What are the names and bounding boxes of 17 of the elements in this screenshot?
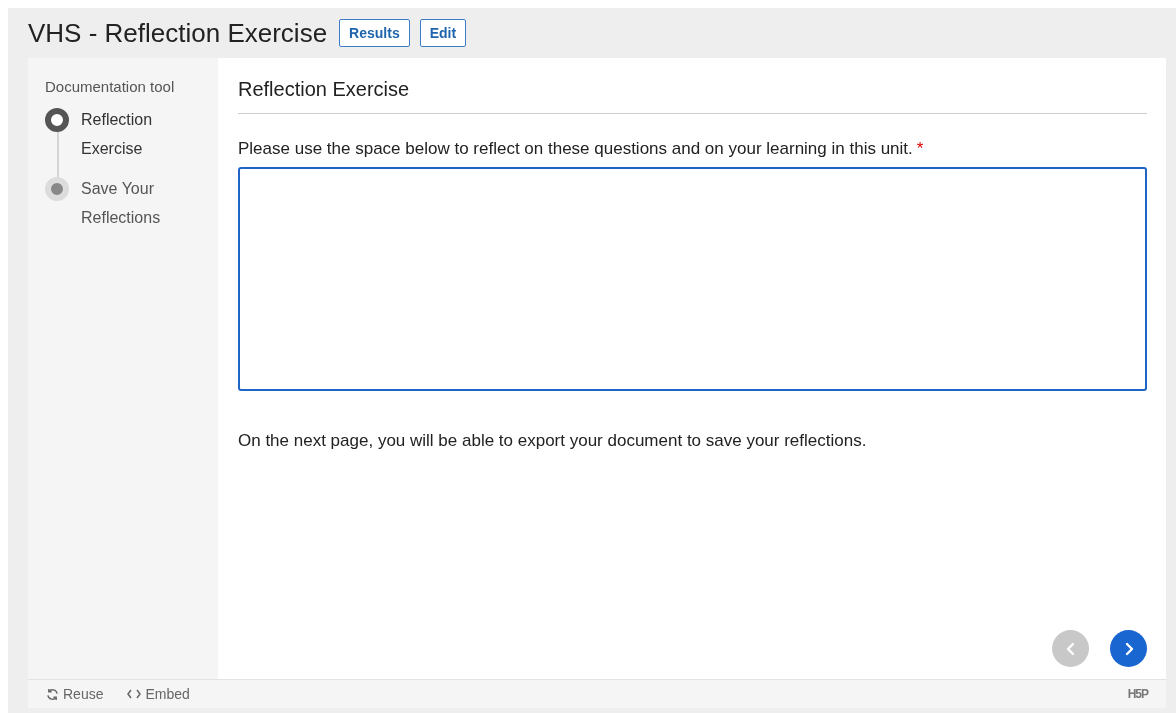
- logo: H5P: [1127, 687, 1148, 701]
- info-text: On the next page, you will be able to export your document to save your reflections.: [238, 431, 868, 451]
- code-icon: [127, 689, 142, 699]
- required-mark: *: [916, 139, 924, 158]
- refresh-icon: [46, 687, 59, 701]
- step-label[interactable]: Reflection Exercise: [81, 105, 171, 163]
- page-heading: Reflection Exercise: [238, 78, 1147, 114]
- embed-link[interactable]: Embed: [127, 686, 190, 702]
- next-button[interactable]: [1110, 630, 1147, 667]
- sidebar-title: Documentation tool: [45, 78, 176, 95]
- answer-field[interactable]: [238, 167, 1147, 391]
- results-button[interactable]: Results: [339, 19, 410, 47]
- page-title: VHS - Reflection Exercise: [28, 17, 328, 49]
- question-prompt: Please use the space below to reflect on these questions and on your learning in this unit. *: [238, 139, 925, 159]
- edit-button[interactable]: Edit: [419, 19, 467, 47]
- reuse-link[interactable]: Reuse: [46, 686, 104, 702]
- step-label[interactable]: Save Your Reflections: [81, 174, 171, 232]
